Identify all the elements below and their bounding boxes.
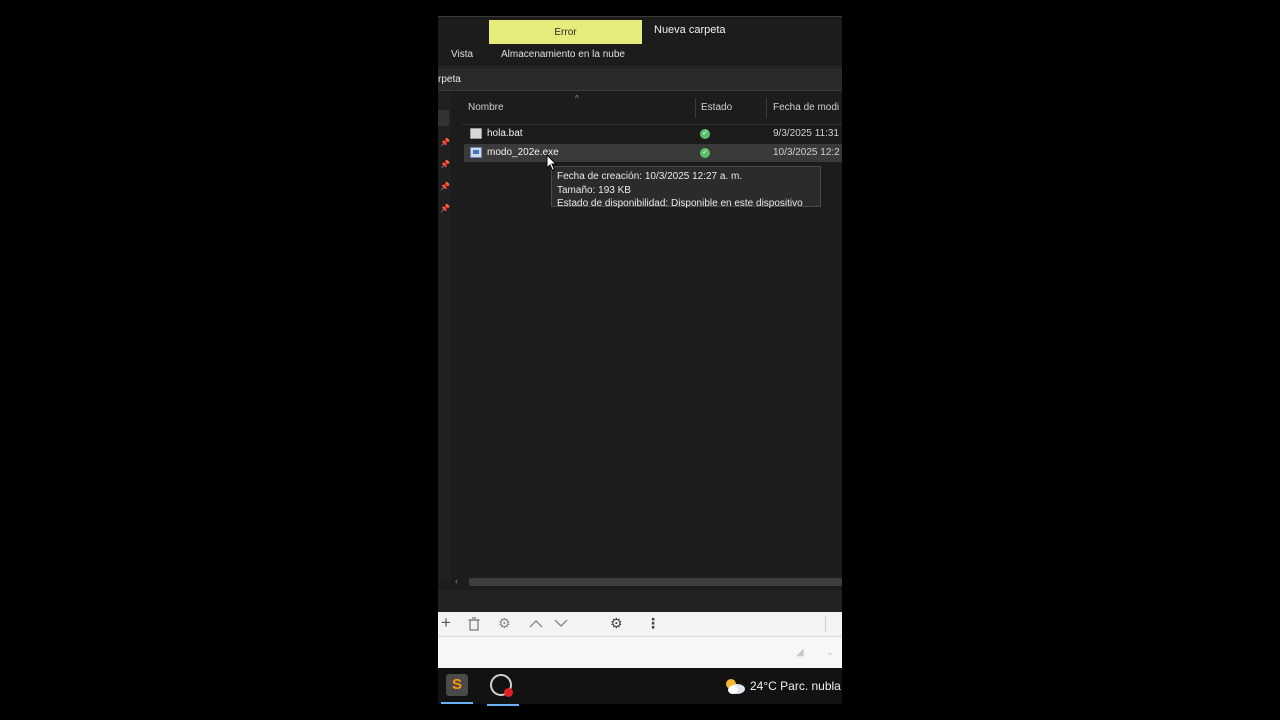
scroll-left-icon[interactable]: ‹ (455, 576, 458, 586)
notification-dot (504, 688, 513, 697)
address-path: rpeta (438, 74, 461, 85)
window-top-border (438, 16, 842, 17)
horizontal-scrollbar[interactable]: ‹ (451, 576, 842, 588)
column-header-name[interactable]: Nombre (468, 102, 504, 113)
taskbar: 24°C Parc. nubla (438, 668, 842, 706)
address-bar[interactable]: rpeta (438, 68, 842, 91)
column-divider[interactable] (766, 98, 767, 118)
active-app-indicator (487, 704, 519, 706)
file-explorer-window: Error Nueva carpeta Vista Almacenamiento… (438, 16, 842, 668)
pin-icon[interactable]: 📌 (440, 160, 450, 169)
sort-ascending-icon: ^ (575, 94, 579, 103)
sublime-text-app-icon[interactable] (441, 674, 473, 704)
file-date: 10/3/2025 12:2 (773, 147, 840, 158)
pin-icon[interactable]: 📌 (440, 138, 450, 147)
trash-icon[interactable] (468, 617, 480, 631)
mouse-cursor-icon (546, 154, 558, 172)
file-name: hola.bat (487, 128, 523, 139)
dropdown-icon[interactable]: ⌄ (826, 647, 834, 658)
new-folder-button[interactable]: Nueva carpeta (654, 24, 726, 36)
file-date: 9/3/2025 11:31 (773, 128, 839, 139)
tooltip-availability: Estado de disponibilidad: Disponible en … (557, 198, 803, 209)
file-row[interactable]: modo_202e.exe ✓ 10/3/2025 12:2 (464, 144, 842, 162)
file-row[interactable]: hola.bat ✓ 9/3/2025 11:31 (464, 125, 842, 143)
more-options-icon[interactable]: ⋮ (646, 615, 660, 632)
navigation-pane: 📌 📌 📌 📌 (438, 92, 451, 582)
add-icon[interactable]: + (441, 613, 451, 633)
browser-app-icon[interactable] (487, 674, 519, 706)
resize-grip-icon: ◢ (796, 647, 804, 658)
exe-file-icon (470, 147, 482, 158)
bat-file-icon (470, 128, 482, 139)
menu-cloud-storage[interactable]: Almacenamiento en la nube (501, 49, 625, 60)
column-divider[interactable] (695, 98, 696, 118)
gear-icon[interactable]: ⚙ (498, 615, 511, 632)
synced-status-icon: ✓ (700, 148, 710, 158)
scrollbar-thumb[interactable] (469, 578, 842, 586)
menu-vista[interactable]: Vista (451, 49, 473, 60)
error-button-label: Error (554, 26, 577, 38)
nav-selected-item[interactable] (438, 110, 449, 126)
pin-icon[interactable]: 📌 (440, 182, 450, 191)
error-button[interactable]: Error (489, 20, 642, 44)
synced-status-icon: ✓ (700, 129, 710, 139)
screen: Error Nueva carpeta Vista Almacenamiento… (0, 0, 1280, 720)
weather-text[interactable]: 24°C Parc. nubla (750, 679, 841, 693)
active-app-indicator (441, 702, 473, 704)
chevron-down-icon[interactable] (554, 619, 568, 628)
settings-gears-icon[interactable]: ⚙ (610, 615, 623, 632)
ribbon-divider (438, 66, 842, 67)
bottom-toolbar: + ⚙ ⚙ ⋮ (438, 612, 842, 637)
column-header-date[interactable]: Fecha de modi (773, 102, 839, 113)
tooltip-size: Tamaño: 193 KB (557, 184, 631, 196)
tooltip-creation-date: Fecha de creación: 10/3/2025 12:27 a. m. (557, 171, 743, 182)
status-bar (438, 590, 842, 612)
file-tooltip: Fecha de creación: 10/3/2025 12:27 a. m.… (551, 166, 821, 209)
pin-icon[interactable]: 📌 (440, 204, 450, 213)
toolbar-divider (825, 616, 826, 632)
weather-partly-cloudy-icon[interactable] (722, 676, 746, 696)
chevron-up-icon[interactable] (529, 619, 543, 628)
bottom-panel: ◢ ⌄ (438, 637, 842, 668)
column-header-status[interactable]: Estado (701, 102, 732, 113)
